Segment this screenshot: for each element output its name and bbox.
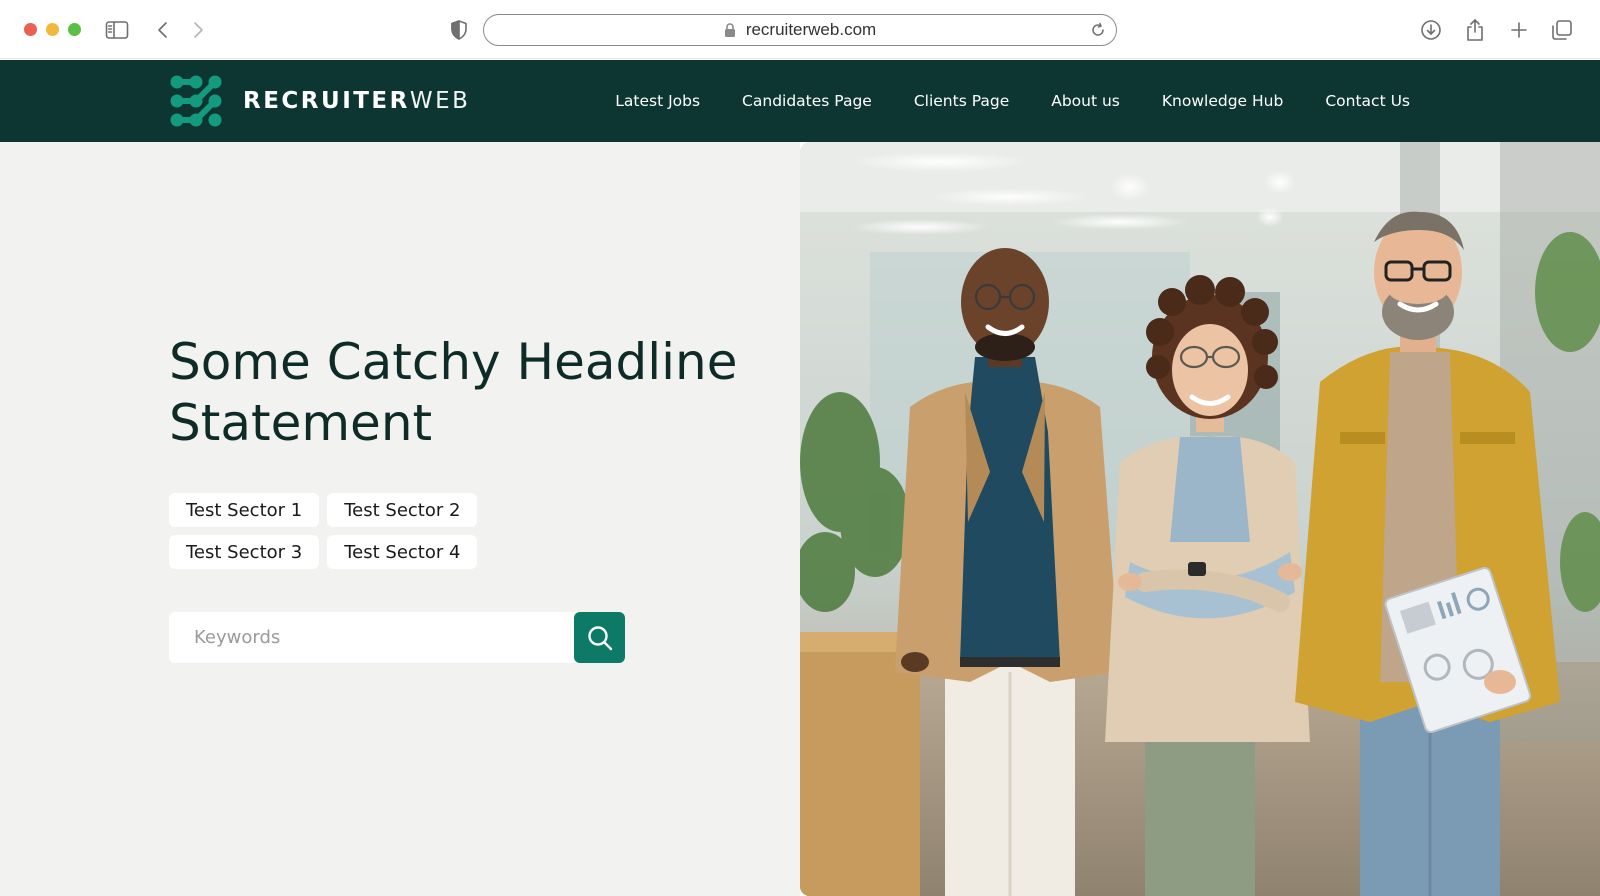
sector-chip-3[interactable]: Test Sector 3 [169, 535, 320, 569]
logo-text-light: WEB [409, 88, 471, 114]
close-window-button[interactable] [24, 23, 37, 36]
reload-icon[interactable] [1088, 20, 1108, 40]
search-button[interactable] [574, 612, 625, 663]
browser-toolbar: recruiterweb.com [0, 0, 1600, 59]
tabs-overview-icon[interactable] [1549, 17, 1575, 43]
sidebar-icon[interactable] [104, 17, 130, 43]
logo-wordmark: RECRUITERWEB [243, 88, 470, 114]
privacy-shield-icon[interactable] [446, 17, 472, 43]
sector-chip-1[interactable]: Test Sector 1 [169, 493, 320, 527]
site-header: RECRUITERWEB Latest Jobs Candidates Page… [0, 60, 1600, 142]
new-tab-icon[interactable] [1506, 17, 1532, 43]
forward-icon[interactable] [185, 17, 211, 43]
url-text: recruiterweb.com [745, 20, 877, 39]
sector-list: Test Sector 1 Test Sector 2 Test Sector … [169, 493, 479, 569]
nav-candidates-page[interactable]: Candidates Page [742, 92, 872, 110]
sector-chip-4[interactable]: Test Sector 4 [327, 535, 478, 569]
nav-about-us[interactable]: About us [1051, 92, 1120, 110]
hero-headline: Some Catchy Headline Statement [169, 333, 738, 452]
maximize-window-button[interactable] [68, 23, 81, 36]
download-icon[interactable] [1418, 17, 1444, 43]
logo-mark-icon [170, 75, 222, 127]
sector-chip-2[interactable]: Test Sector 2 [327, 493, 478, 527]
back-icon[interactable] [150, 17, 176, 43]
nav-knowledge-hub[interactable]: Knowledge Hub [1162, 92, 1283, 110]
search-icon [587, 625, 612, 650]
site-logo[interactable]: RECRUITERWEB [169, 73, 470, 129]
team-photo-illustration [800, 142, 1600, 896]
address-bar[interactable]: recruiterweb.com [483, 14, 1117, 46]
keywords-input[interactable] [169, 612, 576, 663]
nav-contact-us[interactable]: Contact Us [1325, 92, 1410, 110]
logo-text-bold: RECRUITER [243, 88, 410, 114]
lock-icon [724, 22, 736, 38]
minimize-window-button[interactable] [46, 23, 59, 36]
hero-section: Some Catchy Headline Statement Test Sect… [0, 142, 800, 896]
share-icon[interactable] [1462, 17, 1488, 43]
nav-latest-jobs[interactable]: Latest Jobs [615, 92, 700, 110]
main-nav: Latest Jobs Candidates Page Clients Page… [573, 60, 1410, 142]
job-search [169, 612, 625, 663]
nav-clients-page[interactable]: Clients Page [914, 92, 1009, 110]
hero-image [800, 142, 1600, 896]
